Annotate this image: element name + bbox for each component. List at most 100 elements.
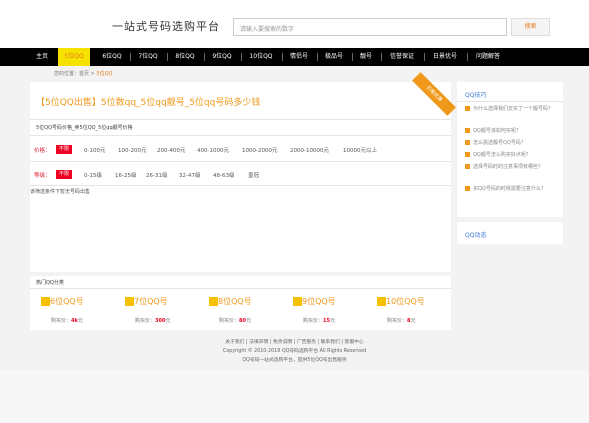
price-unit: 元 [245,318,251,324]
category-price: 购买价：8元 [387,317,416,324]
price-unit: 元 [329,318,335,324]
nav-item-5qq[interactable]: 5位QQ [58,48,90,66]
sidebar-article-link[interactable]: 选择号码时的注意事项有哪些？ [465,164,559,170]
nav-item-home[interactable]: 主页 [30,48,54,66]
price-option[interactable]: 1000-2000元 [242,146,277,154]
level-option[interactable]: 32-47级 [179,171,200,179]
site-logo[interactable]: 一站式号码选购平台 [112,18,220,34]
main-nav: 主页 5位QQ 6位QQ 7位QQ 8位QQ 9位QQ 10位QQ 情侣号 极品… [0,48,589,66]
header: 一站式号码选购平台 请输入要搜索的数字 搜索 [0,0,589,48]
category-cards: 热门QQ分类 6位QQ号 购买价：4k元 7位QQ号 购买价：300元 8位QQ… [30,276,451,330]
category-price: 购买价：300元 [135,317,170,324]
nav-divider [167,53,168,61]
bullet-icon [465,106,470,111]
sidebar-article-link[interactable]: 怎么挑选靓号QQ号码？ [465,140,559,146]
category-card-7qq[interactable]: 7位QQ号 购买价：300元 [118,291,196,327]
category-name: 8位QQ号 [218,297,252,306]
price-option[interactable]: 10000元以上 [343,146,377,154]
category-badge-icon [293,297,302,306]
price-option[interactable]: 200-400元 [157,146,185,154]
level-option[interactable]: 48-63级 [213,171,234,179]
search-input[interactable]: 请输入要搜索的数字 [233,18,507,36]
level-filter-any[interactable]: 不限 [56,170,73,179]
level-option[interactable]: 皇冠 [248,171,259,179]
footer-copyright: Copyright © 2010-2018 QQ号码选购平台 All Right… [222,349,367,354]
divider [30,288,451,289]
sidebar-news-title: QQ动态 [465,232,487,239]
page-title: 【5位QQ出售】5位数qq_5位qq靓号_5位qq号码多少钱 [36,98,261,108]
price-option[interactable]: 400-1000元 [197,146,229,154]
category-name: 9位QQ号 [302,297,336,306]
search-button[interactable]: 搜索 [511,18,550,36]
category-price: 购买价：15元 [303,317,335,324]
price-value: 15 [323,318,330,324]
price-prefix: 购买价： [219,318,240,324]
bullet-icon [465,152,470,157]
price-prefix: 购买价： [387,318,408,324]
nav-item-couple[interactable]: 情侣号 [284,48,314,66]
category-card-10qq[interactable]: 10位QQ号 购买价：8元 [370,291,448,327]
nav-item-8qq[interactable]: 8位QQ [169,48,201,66]
price-unit: 元 [77,318,83,324]
category-card-6qq[interactable]: 6位QQ号 购买价：4k元 [34,291,112,327]
category-card-8qq[interactable]: 8位QQ号 购买价：80元 [202,291,280,327]
category-name: 10位QQ号 [386,297,425,306]
sidebar-article-title: 为什么选择我们去买了一个靓号码？ [473,106,554,112]
category-name: 7位QQ号 [134,297,168,306]
sidebar-article-link[interactable]: QQ靓号怎么购买好点呢？ [465,152,559,158]
price-value: 4k [71,318,78,324]
footer-links[interactable]: 关于我们 | 法律声明 | 免责说明 | 广告服务 | 联系我们 | 客服中心 [0,338,589,347]
nav-item-7qq[interactable]: 7位QQ [132,48,164,66]
empty-result-message: 该筛选条件下暂无号码出售 [30,189,91,195]
breadcrumb-current: 5位QQ [96,71,113,77]
divider [30,119,451,120]
corner-ribbon: 价格优惠 [412,72,456,116]
price-filter-label: 价格： [34,148,51,154]
sidebar-title: QQ技巧 [465,92,487,99]
category-card-9qq[interactable]: 9位QQ号 购买价：15元 [286,291,364,327]
level-option[interactable]: 16-25级 [115,171,136,179]
level-option[interactable]: 0-15级 [84,171,102,179]
divider [30,161,451,162]
breadcrumb: 您的位置：首页 > 5位QQ [54,70,112,77]
price-unit: 元 [410,318,416,324]
breadcrumb-home[interactable]: 首页 [79,71,89,77]
category-badge-icon [377,297,386,306]
sidebar-tips: QQ技巧 为什么选择我们去买了一个靓号码？ QQ靓号该如何买呢？ 怎么挑选靓号Q… [457,82,563,217]
bullet-icon [465,186,470,191]
sidebar-article-title: 怎么挑选靓号QQ号码？ [473,140,526,146]
price-option[interactable]: 100-200元 [118,146,146,154]
nav-item-6qq[interactable]: 6位QQ [96,48,128,66]
nav-item-premium[interactable]: 极品号 [319,48,349,66]
price-unit: 元 [165,318,171,324]
sidebar-article-title: QQ靓号怎么购买好点呢？ [473,152,531,158]
level-filter-label: 等级： [34,173,51,179]
price-prefix: 购买价： [303,318,324,324]
category-badge-icon [41,297,50,306]
footer-note: QQ号码一站式选购平台，提供5位QQ号出售服务 [242,358,347,363]
nav-divider [204,53,205,61]
nav-item-faq[interactable]: 问题解答 [469,48,507,66]
price-filter-any[interactable]: 不限 [56,145,73,154]
level-option[interactable]: 26-31级 [146,171,167,179]
nav-divider [381,53,382,61]
price-option[interactable]: 2000-10000元 [290,146,329,154]
nav-item-10qq[interactable]: 10位QQ [243,48,279,66]
nav-item-special[interactable]: 靓号 [354,48,378,66]
nav-divider [317,53,318,61]
sidebar-article-title: 选择号码时的注意事项有哪些？ [473,164,544,170]
price-option[interactable]: 0-100元 [84,146,105,154]
sidebar-article-link[interactable]: QQ靓号该如何买呢？ [465,128,559,134]
price-prefix: 购买价： [51,318,72,324]
nav-divider [424,53,425,61]
nav-item-9qq[interactable]: 9位QQ [206,48,238,66]
sidebar-article-link[interactable]: 为什么选择我们去买了一个靓号码？ [465,106,559,112]
sidebar-article-title: QQ靓号该如何买呢？ [473,128,521,134]
sidebar-news: QQ动态 [457,222,563,244]
divider [30,185,451,186]
nav-divider [241,53,242,61]
nav-item-trust[interactable]: 信誉保证 [383,48,421,66]
divider [457,101,563,102]
nav-item-featured[interactable]: 日景优号 [426,48,464,66]
sidebar-article-link[interactable]: 买QQ号码的时候需要注意什么？ [465,186,559,192]
